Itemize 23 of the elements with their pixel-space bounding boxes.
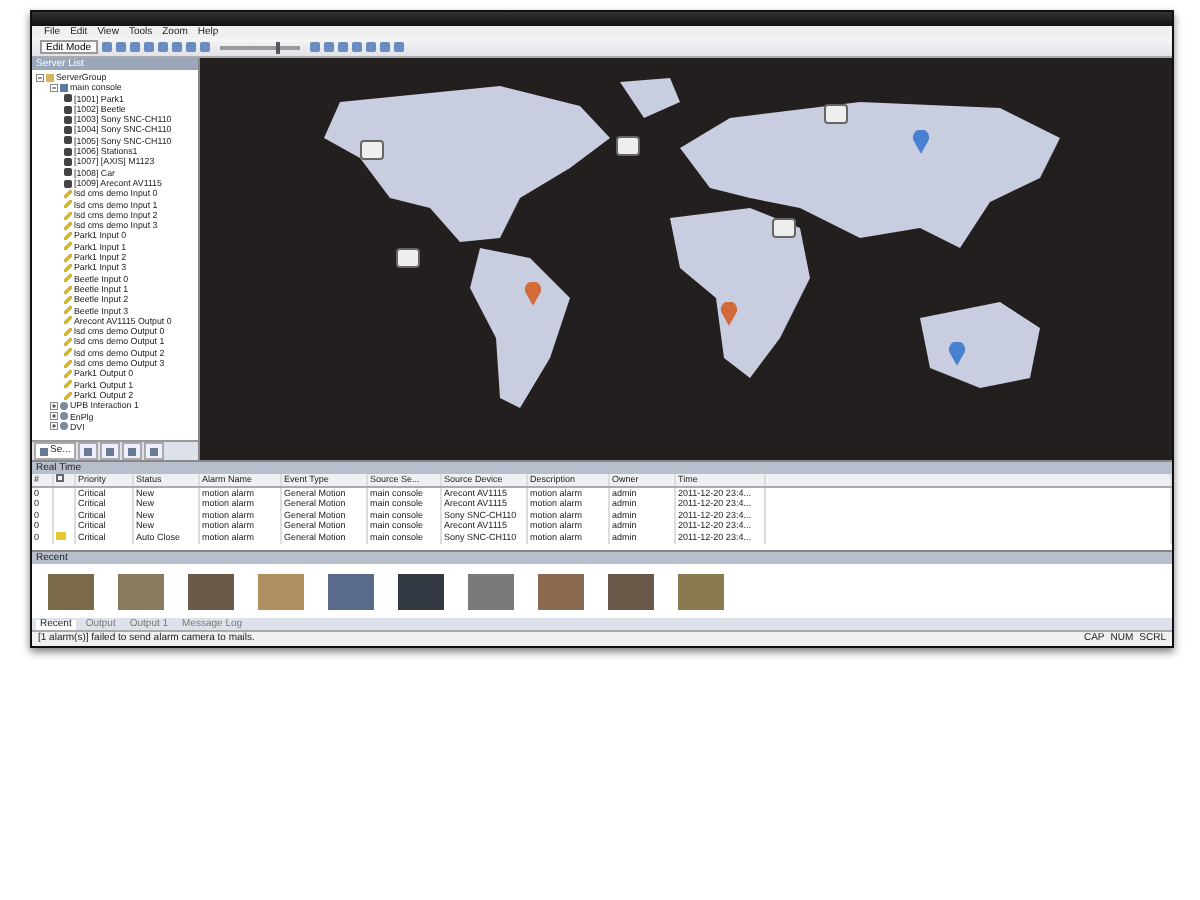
location-pin-icon[interactable]	[912, 130, 930, 154]
panel-tab[interactable]	[122, 442, 143, 460]
panel-tab[interactable]	[144, 442, 165, 460]
photo-placeholder[interactable]	[48, 573, 94, 609]
expand-icon[interactable]	[50, 401, 58, 410]
expand-icon[interactable]	[50, 422, 58, 431]
photo-placeholder[interactable]	[188, 573, 234, 609]
photo-placeholder[interactable]	[328, 573, 374, 609]
folder-icon	[46, 73, 54, 82]
collapse-icon[interactable]	[50, 83, 58, 92]
photo-placeholder[interactable]	[538, 573, 584, 609]
panel-tab[interactable]	[78, 442, 99, 460]
collapse-icon[interactable]	[36, 73, 44, 82]
expand-icon[interactable]	[50, 412, 58, 421]
location-pin-icon[interactable]	[720, 302, 738, 326]
checkbox[interactable]	[56, 474, 64, 482]
photo-placeholder[interactable]	[398, 573, 444, 609]
panel-tab[interactable]	[100, 442, 121, 460]
location-pin-icon[interactable]	[948, 342, 966, 366]
photo-placeholder[interactable]	[608, 573, 654, 609]
monitor-icon	[60, 83, 68, 92]
location-pin-icon[interactable]	[524, 282, 542, 306]
slider-thumb[interactable]	[275, 41, 280, 53]
